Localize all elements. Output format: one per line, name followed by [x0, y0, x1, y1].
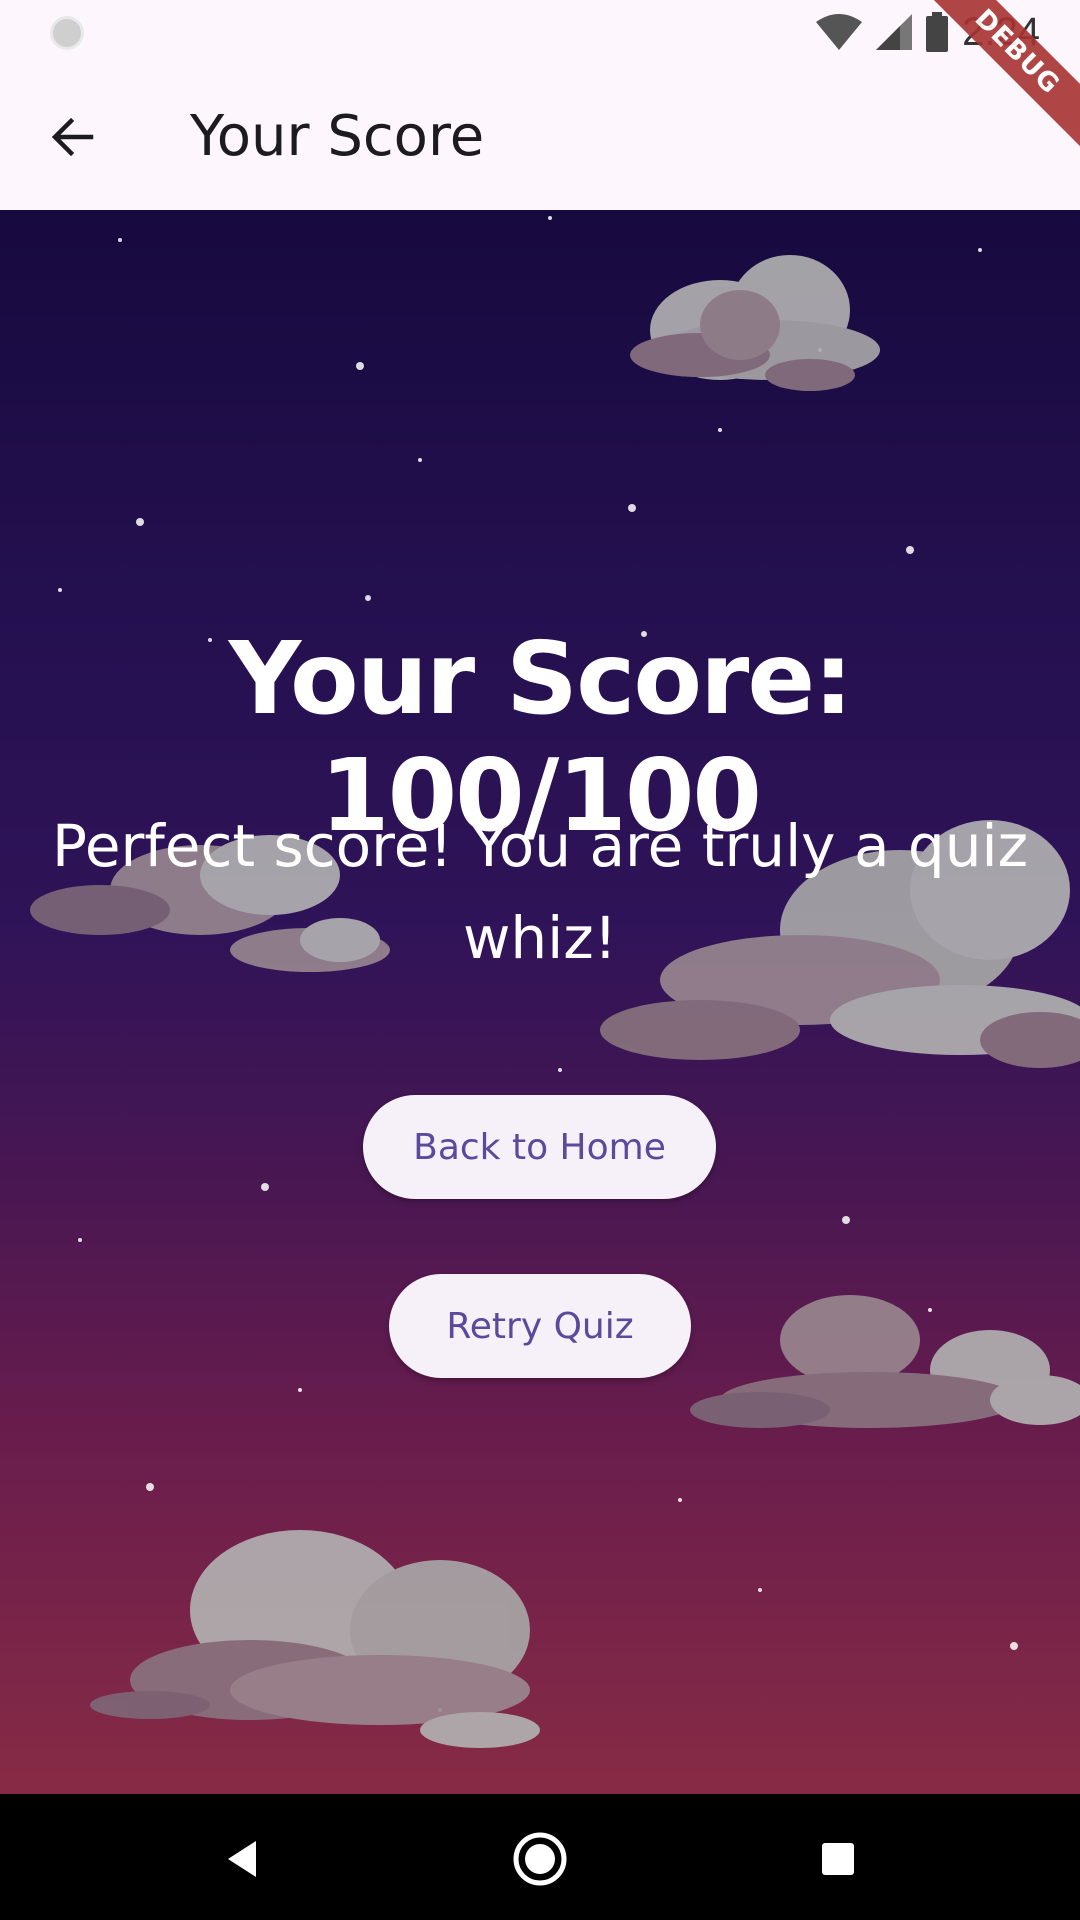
nav-recents-square-icon	[822, 1843, 854, 1875]
back-button[interactable]	[30, 94, 116, 180]
signal-icon	[876, 14, 913, 50]
score-screen: Your Score: 100/100 Perfect score! You a…	[0, 210, 1080, 1794]
cloud-top	[630, 255, 880, 391]
nav-recents-button[interactable]	[803, 1824, 873, 1894]
system-nav-bar	[0, 1794, 1080, 1920]
retry-quiz-button[interactable]: Retry Quiz	[389, 1274, 691, 1378]
nav-home-button[interactable]	[505, 1824, 575, 1894]
notification-icon	[50, 16, 84, 50]
battery-icon	[926, 12, 949, 52]
score-message: Perfect score! You are truly a quiz whiz…	[51, 812, 1029, 972]
back-to-home-button[interactable]: Back to Home	[363, 1095, 716, 1199]
nav-back-triangle-icon	[228, 1841, 256, 1877]
arrow-back-icon	[51, 117, 94, 157]
night-sky-background	[30, 216, 1080, 1748]
wifi-icon	[816, 14, 863, 50]
page-title: Your Score	[190, 104, 485, 169]
status-bar: 2:24	[0, 0, 1080, 64]
app-bar: Your Score	[0, 64, 1080, 210]
nav-home-circle-icon	[513, 1832, 567, 1886]
cloud-right-lower	[690, 1295, 1080, 1428]
nav-back-button[interactable]	[207, 1824, 277, 1894]
cloud-bottom	[90, 1530, 540, 1748]
